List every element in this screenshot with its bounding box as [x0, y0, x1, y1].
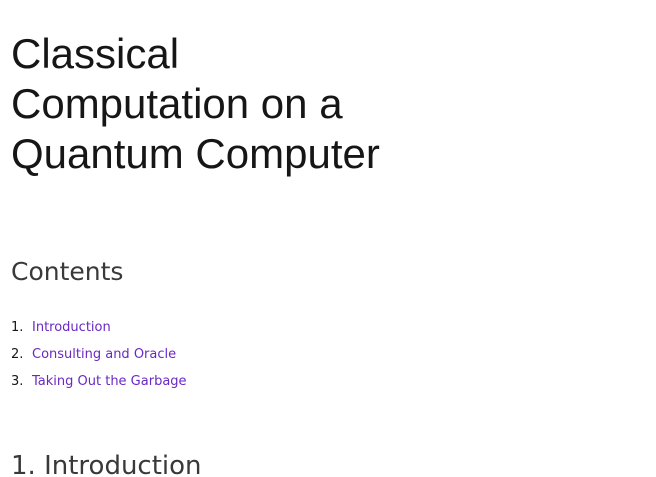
- table-of-contents: 1. Introduction 2. Consulting and Oracle 3…: [11, 318, 187, 399]
- page-title: Classical Computation on a Quantum Compute…: [11, 29, 431, 179]
- title-line-2: Computation on a: [11, 80, 343, 127]
- title-line-1: Classical: [11, 30, 180, 77]
- toc-number: 3.: [11, 374, 24, 389]
- section-heading-introduction: 1. Introduction: [11, 451, 202, 477]
- toc-item-taking-out-the-garbage: 3. Taking Out the Garbage: [11, 372, 187, 399]
- title-line-3: Quantum Computer: [11, 130, 380, 177]
- notebook-page: Classical Computation on a Quantum Compute…: [0, 0, 656, 477]
- toc-number: 1.: [11, 320, 24, 335]
- toc-number: 2.: [11, 347, 24, 362]
- toc-link-taking-out-the-garbage[interactable]: Taking Out the Garbage: [32, 374, 187, 389]
- contents-heading: Contents: [11, 257, 124, 286]
- toc-item-introduction: 1. Introduction: [11, 318, 187, 345]
- toc-link-consulting-and-oracle[interactable]: Consulting and Oracle: [32, 347, 176, 362]
- toc-link-introduction[interactable]: Introduction: [32, 320, 111, 335]
- toc-item-consulting-and-oracle: 2. Consulting and Oracle: [11, 345, 187, 372]
